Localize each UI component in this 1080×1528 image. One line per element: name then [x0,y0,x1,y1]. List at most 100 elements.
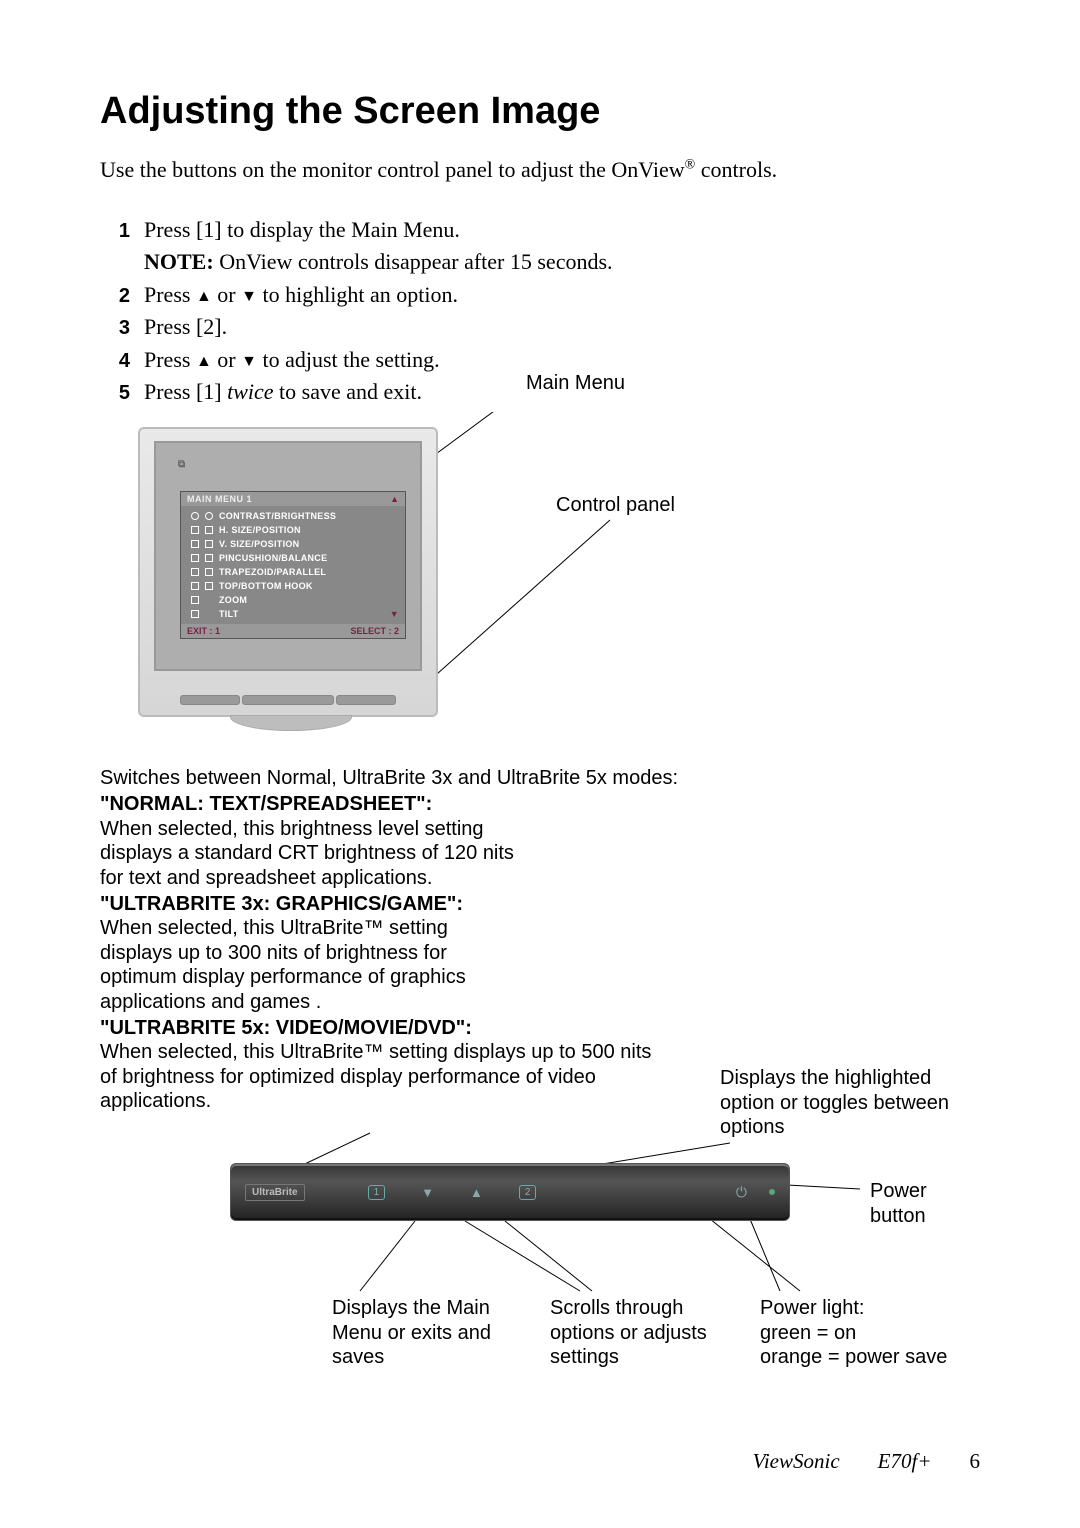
monitor: ⧉ MAIN MENU 1 ▲ CONTRAST/BRIGHTNESS H. S… [138,427,438,717]
step-text-part: Press [144,347,196,372]
osd-icon [191,568,199,576]
step-number: 4 [100,348,130,376]
callout-power-light-title: Power light: [760,1297,865,1319]
osd-item-label: TRAPEZOID/PARALLEL [219,565,326,579]
mode-normal-title: "NORMAL: TEXT/SPREADSHEET": [100,792,980,816]
osd-icon [205,526,213,534]
modes-intro: Switches between Normal, UltraBrite 3x a… [100,766,980,790]
step-number: 2 [100,283,130,311]
osd-header: MAIN MENU 1 ▲ [181,492,405,506]
osd-icon [191,526,199,534]
mode-3x-body: When selected, this UltraBrite™ setting … [100,916,520,1014]
monitor-screen: ⧉ MAIN MENU 1 ▲ CONTRAST/BRIGHTNESS H. S… [154,441,422,671]
monitor-illustration: Main Menu Control panel ⧉ MAIN MENU 1 ▲ … [138,412,898,752]
control-panel-illustration: Displays the highlighted option or toggl… [230,1121,950,1391]
osd-icon [191,610,199,618]
osd-icon [191,596,199,604]
step-number: 1 [100,218,130,246]
up-arrow-icon: ▲ [196,353,212,370]
button-down-icon: ▼ [421,1185,434,1200]
osd-item-label: ZOOM [219,593,247,607]
button-2-icon: 2 [519,1185,537,1200]
step-text: Press ▲ or ▼ to highlight an option. [144,280,458,310]
osd-item-label: H. SIZE/POSITION [219,523,301,537]
osd-item: TOP/BOTTOM HOOK [191,579,399,593]
callout-main-menu-button: Displays the Main Menu or exits and save… [332,1296,522,1369]
osd-icon [191,582,199,590]
step-number: 5 [100,380,130,408]
step-text: Press [1] to display the Main Menu. [144,215,460,245]
callout-power-light: Power light: green = on orange = power s… [760,1296,990,1369]
note-bold: NOTE: [144,249,214,274]
step-text-part: or [212,282,241,307]
callout-power-light-green: green = on [760,1322,856,1344]
osd-item-label: V. SIZE/POSITION [219,537,300,551]
step-1: 1 Press [1] to display the Main Menu. [100,215,980,246]
modes-section: Switches between Normal, UltraBrite 3x a… [100,766,980,1113]
osd-item: PINCUSHION/BALANCE [191,551,399,565]
note-text: OnView controls disappear after 15 secon… [214,249,613,274]
brand-badge-icon: ⧉ [178,459,185,470]
osd-items: CONTRAST/BRIGHTNESS H. SIZE/POSITION V. … [181,506,405,624]
callout-power-light-orange: orange = power save [760,1346,947,1368]
osd-icon [191,540,199,548]
callout-control-panel: Control panel [556,494,675,517]
callout-power-button: Power button [870,1179,950,1228]
osd-icon [191,512,199,520]
step-text-part: or [212,347,241,372]
osd-icon [205,512,213,520]
step-text-part: to save and exit. [274,379,422,404]
step-text: Press [1] twice to save and exit. [144,377,422,407]
callout-scroll-buttons: Scrolls through options or adjusts setti… [550,1296,740,1369]
step-text-part: Press [1] [144,379,227,404]
monitor-button [242,695,334,705]
step-text-italic: twice [227,379,273,404]
down-arrow-icon: ▼ [241,353,257,370]
osd-menu: MAIN MENU 1 ▲ CONTRAST/BRIGHTNESS H. SIZ… [180,491,406,639]
footer-page-number: 6 [970,1449,981,1474]
osd-down-icon: ▼ [390,607,399,621]
monitor-stand [230,715,352,731]
step-1-note: NOTE: OnView controls disappear after 15… [100,247,980,277]
page: Adjusting the Screen Image Use the butto… [0,0,1080,1528]
osd-item: TILT ▼ [191,607,399,621]
osd-item-label: TILT [219,607,239,621]
osd-item: ZOOM [191,593,399,607]
intro-after: controls. [695,157,777,182]
footer-model: E70f+ [878,1449,932,1474]
osd-item: CONTRAST/BRIGHTNESS [191,509,399,523]
page-footer: ViewSonic E70f+ 6 [753,1449,980,1474]
osd-item-label: PINCUSHION/BALANCE [219,551,327,565]
power-light-icon [769,1189,775,1195]
step-text: Press [2]. [144,312,227,342]
mode-3x-title: "ULTRABRITE 3x: GRAPHICS/GAME": [100,892,980,916]
mode-normal-body: When selected, this brightness level set… [100,817,530,890]
monitor-button [336,695,396,705]
osd-item: H. SIZE/POSITION [191,523,399,537]
step-text-part: Press [144,282,196,307]
mode-5x-body: When selected, this UltraBrite™ setting … [100,1040,660,1113]
monitor-button-strip [140,691,436,709]
osd-icon [191,554,199,562]
page-title: Adjusting the Screen Image [100,90,980,133]
callout-display-option: Displays the highlighted option or toggl… [720,1066,970,1139]
osd-footer-select: SELECT : 2 [350,626,399,636]
registered-mark: ® [685,158,696,173]
power-button-icon: ⏻ [736,1184,747,1201]
osd-footer-exit: EXIT : 1 [187,626,220,636]
step-number: 3 [100,315,130,343]
osd-icon [205,568,213,576]
control-panel-bar: UltraBrite 1 ▼ ▲ 2 ⏻ [230,1163,790,1221]
osd-item-label: TOP/BOTTOM HOOK [219,579,313,593]
step-2: 2 Press ▲ or ▼ to highlight an option. [100,280,980,311]
monitor-button [180,695,240,705]
osd-icon [205,540,213,548]
button-1-icon: 1 [368,1185,386,1200]
osd-up-icon: ▲ [390,494,399,504]
up-arrow-icon: ▲ [196,288,212,305]
osd-item-label: CONTRAST/BRIGHTNESS [219,509,336,523]
osd-item: TRAPEZOID/PARALLEL [191,565,399,579]
mode-5x-title: "ULTRABRITE 5x: VIDEO/MOVIE/DVD": [100,1016,980,1040]
intro-before: Use the buttons on the monitor control p… [100,157,685,182]
button-up-icon: ▲ [470,1185,483,1200]
